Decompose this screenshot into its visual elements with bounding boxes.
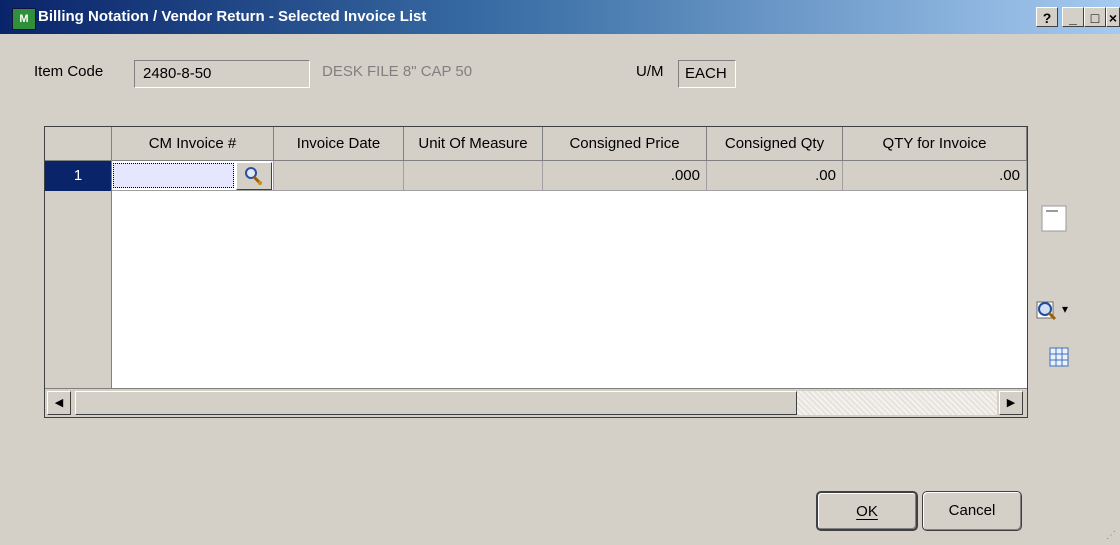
invoice-lookup-button[interactable] — [236, 162, 272, 190]
help-button[interactable]: ? — [1036, 7, 1058, 27]
ok-button[interactable]: OK — [816, 491, 918, 531]
note-icon[interactable] — [1040, 204, 1070, 237]
col-header-consigned-price[interactable]: Consigned Price — [543, 127, 707, 161]
maximize-button[interactable]: □ — [1084, 7, 1106, 27]
col-header-cm-invoice[interactable]: CM Invoice # — [112, 127, 274, 161]
item-code-field: 2480-8-50 — [134, 60, 310, 88]
cm-invoice-input[interactable] — [113, 163, 234, 188]
um-label: U/M — [636, 63, 664, 80]
cell-unit-of-measure[interactable] — [404, 161, 543, 191]
cell-consigned-price[interactable]: .000 — [543, 161, 707, 191]
grid-corner — [45, 127, 112, 161]
app-icon: M — [12, 8, 36, 30]
item-code-label: Item Code — [34, 63, 104, 80]
cancel-button-label: Cancel — [948, 502, 996, 519]
um-field: EACH — [678, 60, 736, 88]
cell-invoice-date[interactable] — [274, 161, 404, 191]
minimize-button[interactable]: _ — [1062, 7, 1084, 27]
col-header-qty-for-invoice[interactable]: QTY for Invoice — [843, 127, 1027, 161]
chevron-down-icon[interactable]: ▾ — [1062, 302, 1068, 316]
resize-grip[interactable]: ⋰ — [1106, 530, 1116, 541]
col-header-consigned-qty[interactable]: Consigned Qty — [707, 127, 843, 161]
close-button[interactable]: × — [1106, 7, 1120, 27]
scroll-right-button[interactable]: ▶ — [999, 391, 1023, 415]
window-title: Billing Notation / Vendor Return - Selec… — [38, 8, 427, 25]
invoice-grid[interactable]: CM Invoice # Invoice Date Unit Of Measur… — [44, 126, 1028, 418]
cell-qty-for-invoice[interactable]: .00 — [843, 161, 1027, 191]
col-header-unit-of-measure[interactable]: Unit Of Measure — [404, 127, 543, 161]
horizontal-scrollbar[interactable]: ◀ ▶ — [45, 388, 1027, 417]
ok-button-label: OK — [856, 503, 878, 520]
magnifier-key-icon — [245, 167, 262, 185]
scroll-left-button[interactable]: ◀ — [47, 391, 71, 415]
cell-consigned-qty[interactable]: .00 — [707, 161, 843, 191]
item-description: DESK FILE 8" CAP 50 — [322, 63, 473, 80]
row-number[interactable]: 1 — [45, 161, 111, 191]
scroll-track[interactable] — [797, 391, 997, 415]
cancel-button[interactable]: Cancel — [922, 491, 1022, 531]
zoom-lookup-icon[interactable] — [1034, 298, 1060, 327]
scroll-thumb[interactable] — [75, 391, 797, 415]
col-header-invoice-date[interactable]: Invoice Date — [274, 127, 404, 161]
grid-settings-icon[interactable] — [1048, 346, 1070, 371]
title-bar: M Billing Notation / Vendor Return - Sel… — [0, 0, 1120, 34]
